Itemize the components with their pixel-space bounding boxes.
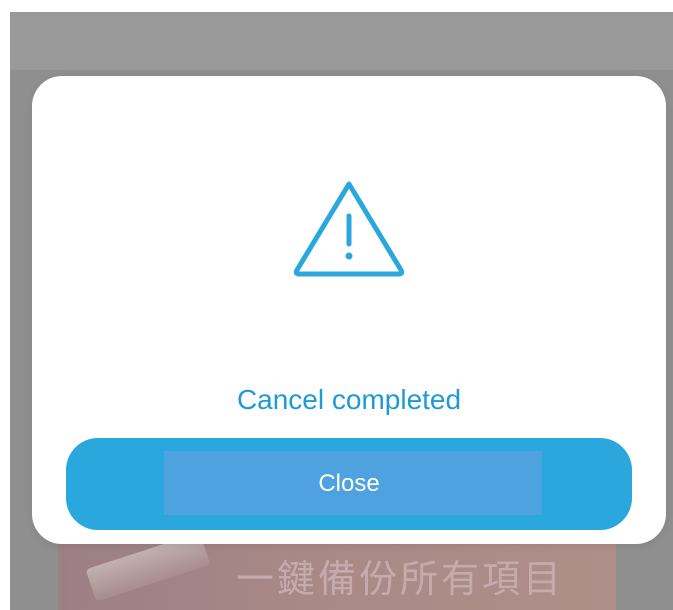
app-screen: 一鍵備份所有項目 Cancel completed Close <box>0 0 673 610</box>
close-button[interactable]: Close <box>66 438 632 530</box>
backdrop-header-band <box>10 12 673 70</box>
status-message: Cancel completed <box>236 384 462 415</box>
warning-triangle-icon <box>293 181 405 277</box>
banner-text: 一鍵備份所有項目 <box>236 559 565 601</box>
alert-dialog: Cancel completed Close <box>32 76 666 544</box>
close-button-label: Close <box>318 470 380 497</box>
